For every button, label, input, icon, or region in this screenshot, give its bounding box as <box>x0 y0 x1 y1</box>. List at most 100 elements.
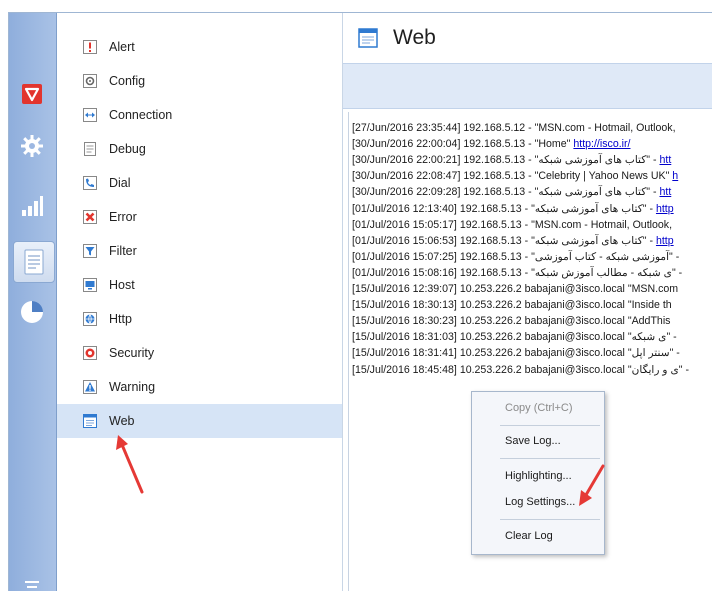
log-text: babajani@3isco.local "MSN.com <box>524 283 679 295</box>
http-icon <box>82 311 98 327</box>
icon-rail <box>9 13 57 591</box>
log-line: [01/Jul/2016 12:13:40] 192.168.5.13 - "ک… <box>352 202 674 215</box>
log-text: babajani@3isco.local "AddThis <box>524 315 671 328</box>
signal-bars-icon[interactable] <box>15 189 49 223</box>
log-text: babajani@3isco.local "Inside th <box>524 299 672 312</box>
list-item-alert[interactable]: Alert <box>57 30 342 64</box>
log-text: - " <box>528 154 539 167</box>
log-ip: 192.168.5.13 <box>463 154 526 167</box>
log-timestamp: [27/Jun/2016 23:35:44] <box>352 122 461 134</box>
log-ip: 192.168.5.13 <box>459 234 522 247</box>
annotation-arrow <box>116 435 144 494</box>
menu-item-log-settings[interactable]: Log Settings... <box>505 496 575 508</box>
log-line: [15/Jul/2016 18:30:23] 10.253.226.2 baba… <box>352 315 670 327</box>
log-link[interactable]: h <box>672 170 678 182</box>
list-item-debug[interactable]: Debug <box>57 132 342 166</box>
log-text: - " <box>528 186 539 199</box>
dial-icon <box>82 175 98 191</box>
log-ip: 192.168.5.13 <box>459 266 522 279</box>
log-text-rtl: ی شبکه - مطالب آموزش شبکه <box>534 266 672 279</box>
list-item-filter[interactable]: Filter <box>57 234 342 268</box>
page-title: Web <box>393 26 436 49</box>
log-ip: 192.168.5.13 <box>463 138 526 151</box>
menu-item-copy[interactable]: Copy (Ctrl+C) <box>505 402 573 414</box>
list-item-config[interactable]: Config <box>57 64 342 98</box>
log-link[interactable]: http <box>656 203 674 215</box>
log-line: [30/Jun/2016 22:00:04] 192.168.5.13 - "H… <box>352 138 630 150</box>
list-item-label: Web <box>109 414 135 428</box>
log-line: [15/Jul/2016 18:31:41] 10.253.226.2 baba… <box>352 347 680 360</box>
log-link[interactable]: http://isco.ir/ <box>573 138 630 150</box>
log-line: [30/Jun/2016 22:08:47] 192.168.5.13 - "C… <box>352 170 678 182</box>
log-line: [27/Jun/2016 23:35:44] 192.168.5.12 - "M… <box>352 122 676 134</box>
log-line: [15/Jul/2016 12:39:07] 10.253.226.2 baba… <box>352 283 678 295</box>
log-text: - " <box>524 266 535 279</box>
log-ip: 192.168.5.12 <box>463 122 526 134</box>
list-item-web[interactable]: Web <box>57 404 342 438</box>
log-text: babajani@3isco.local " <box>524 363 632 376</box>
list-item-http[interactable]: Http <box>57 302 342 336</box>
log-ip: 10.253.226.2 <box>459 363 522 376</box>
log-ip: 10.253.226.2 <box>459 331 522 344</box>
document-icon[interactable] <box>13 241 55 283</box>
list-item-label: Http <box>109 312 132 326</box>
security-icon <box>82 345 98 361</box>
gear-icon[interactable] <box>15 129 49 163</box>
log-text-rtl: سنتر اپل <box>631 347 670 360</box>
log-text: - " <box>524 234 535 247</box>
list-item-label: Dial <box>109 176 131 190</box>
log-text-rtl: کتاب های آموزشی شبکه <box>534 202 643 215</box>
log-ip: 192.168.5.13 <box>463 170 526 183</box>
list-item-warning[interactable]: Warning <box>57 370 342 404</box>
log-line: [15/Jul/2016 18:45:48] 10.253.226.2 baba… <box>352 363 690 376</box>
log-ip: 10.253.226.2 <box>459 315 522 328</box>
menu-separator <box>500 519 600 520</box>
log-text: - " <box>524 202 535 215</box>
shield-icon[interactable] <box>15 77 49 111</box>
log-timestamp: [01/Jul/2016 12:13:40] <box>352 202 457 215</box>
log-text: - "MSN.com - Hotmail, Outlook, <box>528 122 676 134</box>
log-line: [01/Jul/2016 15:05:17] 192.168.5.13 - "M… <box>352 219 672 231</box>
log-text-rtl: کتاب های آموزشی شبکه <box>538 186 647 199</box>
list-item-label: Host <box>109 278 135 292</box>
config-icon <box>82 73 98 89</box>
log-timestamp: [30/Jun/2016 22:08:47] <box>352 170 461 183</box>
list-item-label: Security <box>109 346 155 360</box>
menu-item-clear-log[interactable]: Clear Log <box>505 530 553 542</box>
menu-item-save-log[interactable]: Save Log... <box>505 435 561 447</box>
log-link[interactable]: htt <box>659 154 671 166</box>
log-link[interactable]: http <box>656 235 674 247</box>
list-item-security[interactable]: Security <box>57 336 342 370</box>
log-text: - "Celebrity | Yahoo News UK" <box>528 170 670 183</box>
annotation-arrow <box>579 464 605 506</box>
log-timestamp: [15/Jul/2016 18:45:48] <box>352 363 457 376</box>
log-ip: 192.168.5.13 <box>459 202 522 215</box>
log-ip: 192.168.5.13 <box>463 186 526 199</box>
log-ip: 10.253.226.2 <box>459 347 522 360</box>
log-line: [01/Jul/2016 15:07:25] 192.168.5.13 - "آ… <box>352 250 680 263</box>
log-link[interactable]: htt <box>659 186 671 198</box>
list-item-host[interactable]: Host <box>57 268 342 302</box>
list-item-label: Filter <box>109 244 137 258</box>
list-item-label: Alert <box>109 40 135 54</box>
collapse-icon[interactable] <box>23 579 41 589</box>
list-item-connection[interactable]: Connection <box>57 98 342 132</box>
host-icon <box>82 277 98 293</box>
log-timestamp: [30/Jun/2016 22:00:04] <box>352 138 461 151</box>
log-timestamp: [01/Jul/2016 15:06:53] <box>352 234 457 247</box>
log-timestamp: [15/Jul/2016 18:30:23] <box>352 315 457 328</box>
web-window-icon <box>358 28 378 51</box>
list-item-dial[interactable]: Dial <box>57 166 342 200</box>
menu-item-highlighting[interactable]: Highlighting... <box>505 470 572 482</box>
pie-chart-icon[interactable] <box>15 295 49 329</box>
toolbar-band <box>343 63 712 109</box>
menu-separator <box>500 458 600 459</box>
log-timestamp: [30/Jun/2016 22:00:21] <box>352 154 461 167</box>
list-item-error[interactable]: Error <box>57 200 342 234</box>
log-timestamp: [01/Jul/2016 15:07:25] <box>352 250 457 263</box>
log-text: - " <box>524 250 535 263</box>
log-timestamp: [15/Jul/2016 18:30:13] <box>352 299 457 312</box>
log-text-rtl: کتاب های آموزشی شبکه <box>534 234 643 247</box>
log-line: [30/Jun/2016 22:00:21] 192.168.5.13 - "ک… <box>352 154 672 167</box>
log-line: [15/Jul/2016 18:31:03] 10.253.226.2 baba… <box>352 331 677 344</box>
